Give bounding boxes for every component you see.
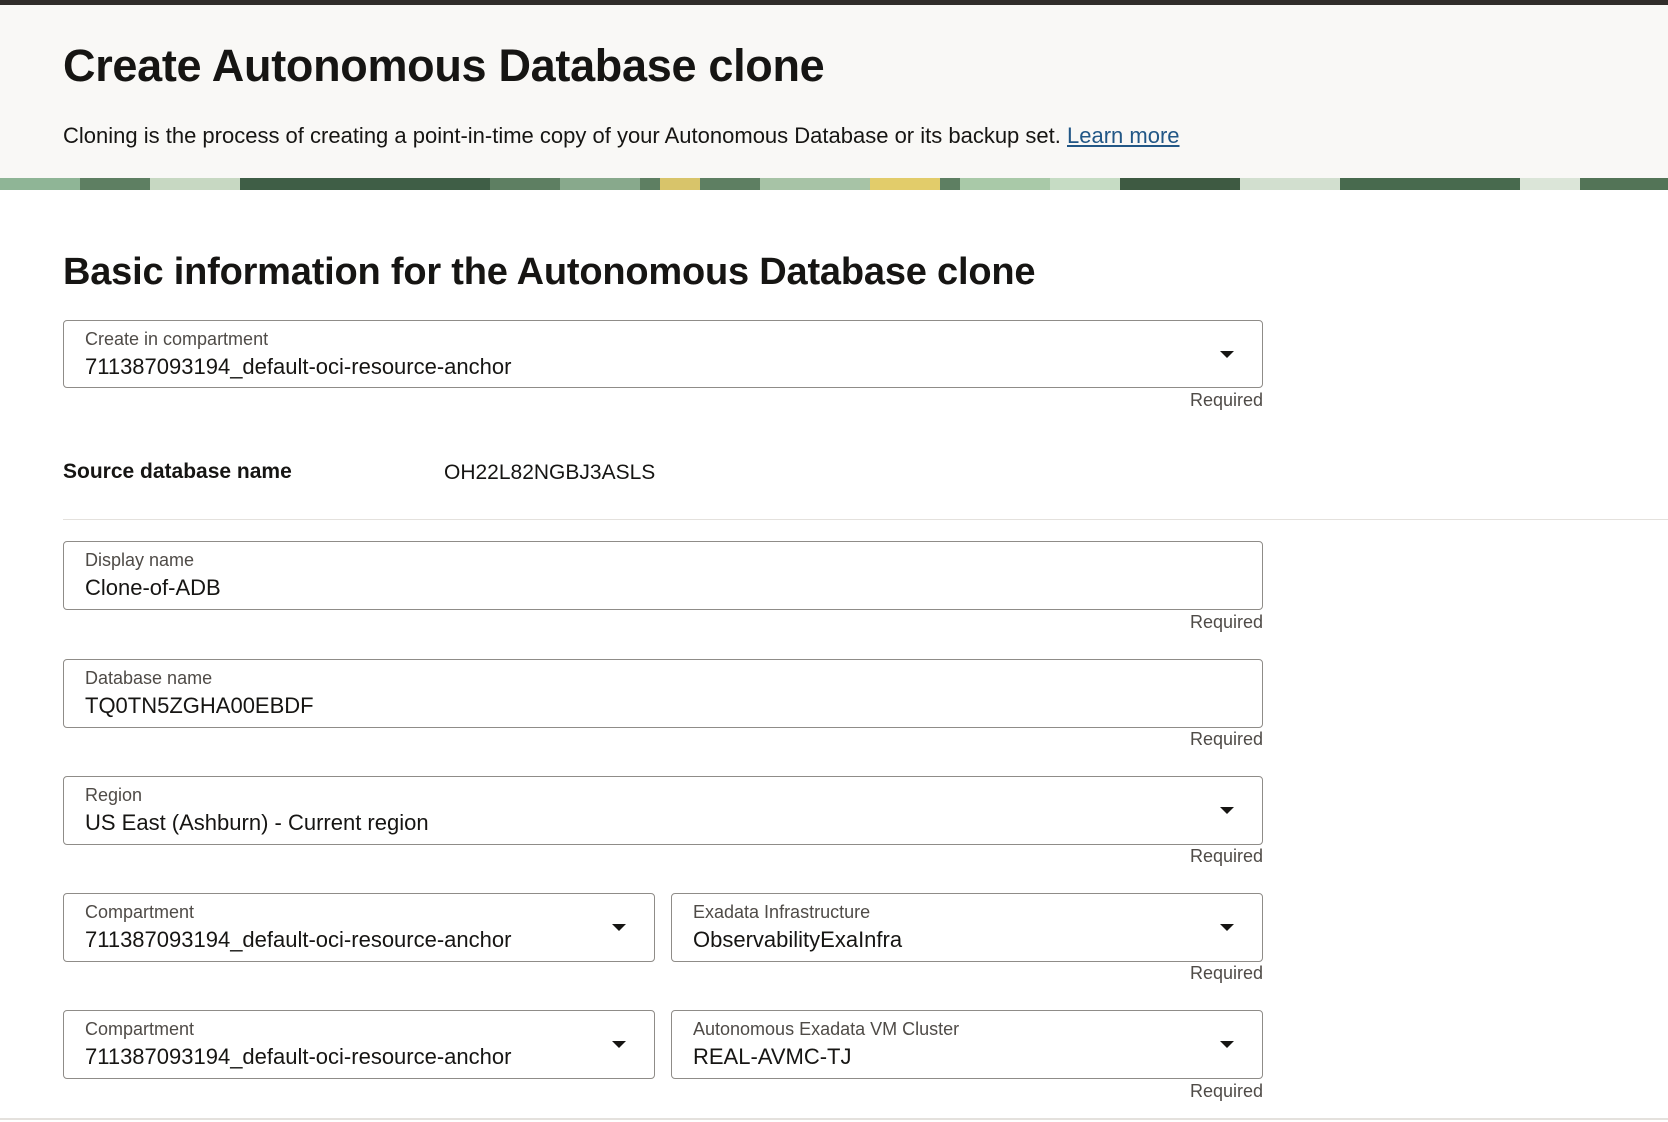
page-header: Create Autonomous Database clone Cloning… — [0, 5, 1668, 178]
page-description: Cloning is the process of creating a poi… — [63, 123, 1180, 149]
divider — [63, 519, 1668, 520]
display-name-value: Clone-of-ADB — [85, 575, 221, 600]
exadata-infrastructure-value: ObservabilityExaInfra — [693, 927, 903, 952]
vm-cluster-label: Autonomous Exadata VM Cluster — [693, 1019, 960, 1039]
page-title: Create Autonomous Database clone — [63, 40, 825, 91]
chevron-down-icon — [1220, 1041, 1234, 1048]
required-hint: Required — [1189, 846, 1263, 866]
region-label: Region — [85, 785, 143, 805]
page-description-text: Cloning is the process of creating a poi… — [63, 123, 1061, 148]
infra-compartment-label: Compartment — [85, 902, 195, 922]
decorative-banner — [0, 178, 1668, 190]
chevron-down-icon — [612, 1041, 626, 1048]
display-name-input[interactable]: Display name Clone-of-ADB — [63, 541, 1263, 610]
create-compartment-label: Create in compartment — [85, 329, 269, 349]
chevron-down-icon — [1220, 924, 1234, 931]
display-name-label: Display name — [85, 550, 195, 570]
required-hint: Required — [1189, 963, 1263, 983]
exadata-infrastructure-label: Exadata Infrastructure — [693, 902, 871, 922]
chevron-down-icon — [1220, 807, 1234, 814]
region-value: US East (Ashburn) - Current region — [85, 810, 429, 835]
required-hint: Required — [1189, 390, 1263, 410]
vm-cluster-value: REAL-AVMC-TJ — [693, 1044, 852, 1069]
required-hint: Required — [1189, 1081, 1263, 1101]
source-database-label: Source database name — [63, 460, 292, 483]
exadata-infrastructure-select[interactable]: Exadata Infrastructure ObservabilityExaI… — [671, 893, 1263, 962]
create-compartment-value: 711387093194_default-oci-resource-anchor — [85, 354, 512, 379]
create-compartment-select[interactable]: Create in compartment 711387093194_defau… — [63, 320, 1263, 388]
cluster-compartment-value: 711387093194_default-oci-resource-anchor — [85, 1044, 512, 1069]
region-select[interactable]: Region US East (Ashburn) - Current regio… — [63, 776, 1263, 845]
database-name-label: Database name — [85, 668, 213, 688]
section-title: Basic information for the Autonomous Dat… — [63, 251, 1036, 293]
cluster-compartment-label: Compartment — [85, 1019, 195, 1039]
divider — [0, 1118, 1668, 1120]
infra-compartment-select[interactable]: Compartment 711387093194_default-oci-res… — [63, 893, 655, 962]
required-hint: Required — [1189, 612, 1263, 632]
database-name-value: TQ0TN5ZGHA00EBDF — [85, 693, 314, 718]
learn-more-link[interactable]: Learn more — [1067, 123, 1180, 148]
database-name-input[interactable]: Database name TQ0TN5ZGHA00EBDF — [63, 659, 1263, 728]
chevron-down-icon — [612, 924, 626, 931]
required-hint: Required — [1189, 729, 1263, 749]
chevron-down-icon — [1220, 351, 1234, 358]
source-database-value: OH22L82NGBJ3ASLS — [444, 461, 656, 484]
infra-compartment-value: 711387093194_default-oci-resource-anchor — [85, 927, 512, 952]
cluster-compartment-select[interactable]: Compartment 711387093194_default-oci-res… — [63, 1010, 655, 1079]
vm-cluster-select[interactable]: Autonomous Exadata VM Cluster REAL-AVMC-… — [671, 1010, 1263, 1079]
